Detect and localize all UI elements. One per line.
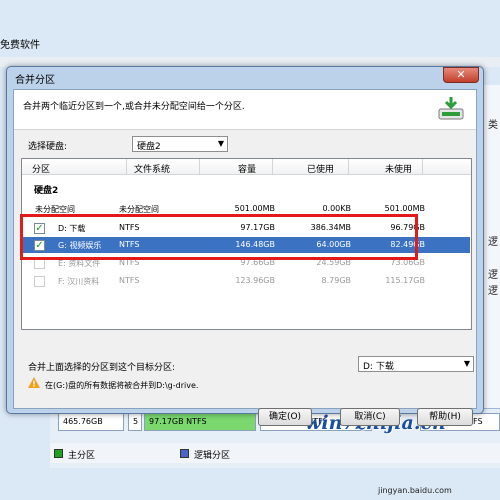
logical-partition-swatch [180, 449, 189, 458]
column-filesystem[interactable]: 文件系统 [134, 162, 170, 175]
partition-used: 8.79GB [321, 276, 352, 285]
column-free[interactable]: 未使用 [385, 162, 412, 175]
cancel-button[interactable]: 取消(C) [340, 408, 400, 426]
partition-filesystem: NTFS [119, 276, 140, 285]
ok-button[interactable]: 确定(O) [258, 408, 312, 426]
watermark-url: jingyan.baidu.com [378, 486, 452, 495]
highlight-annotation [20, 214, 418, 260]
partition-name: F: 汉川资料 [58, 277, 100, 286]
disk-map-disk-size: 465.76GB [58, 413, 124, 431]
close-button[interactable]: ✕ [443, 67, 479, 83]
background-side-label: 逻 [488, 270, 498, 281]
target-partition-value: D: 下载 [363, 362, 394, 372]
column-capacity[interactable]: 容量 [238, 162, 256, 175]
merge-partition-icon [438, 97, 464, 120]
background-side-label: 逻 [488, 237, 498, 248]
column-separator [126, 159, 127, 175]
background-side-label: 类 [488, 120, 498, 131]
partition-capacity: 123.96GB [235, 276, 275, 285]
list-header: 分区 文件系统 容量 已使用 未使用 [22, 159, 471, 175]
column-separator [199, 159, 200, 175]
column-partition[interactable]: 分区 [32, 162, 50, 175]
dialog-header: 合并两个临近分区到一个,或合并未分配空间给一个分区. [14, 90, 476, 130]
legend-primary-label: 主分区 [68, 451, 96, 461]
partition-capacity: 501.00MB [234, 204, 275, 213]
disk-map-partition-d[interactable]: 97.17GB NTFS [144, 413, 256, 431]
legend-logical-label: 逻辑分区 [194, 451, 231, 461]
partition-free: 501.00MB [384, 204, 425, 213]
chevron-down-icon: ▼ [217, 139, 224, 148]
dialog-description: 合并两个临近分区到一个,或合并未分配空间给一个分区. [23, 102, 245, 112]
column-separator [422, 159, 423, 175]
disk-group-title: 硬盘2 [34, 186, 59, 196]
column-used[interactable]: 已使用 [307, 162, 334, 175]
warning-icon [28, 377, 40, 388]
dialog-title: 合并分区 [15, 75, 55, 86]
disk-dropdown[interactable]: 硬盘2 ▼ [132, 136, 228, 152]
partition-row[interactable]: F: 汉川资料 NTFS 123.96GB 8.79GB 115.17GB [23, 273, 470, 289]
column-separator [348, 159, 349, 175]
primary-partition-swatch [54, 449, 63, 458]
background-side-label: 逻 [488, 286, 498, 297]
target-partition-label: 合并上面选择的分区到这个目标分区: [28, 363, 176, 373]
disk-map-unallocated[interactable]: 5 [128, 413, 142, 431]
target-partition-dropdown[interactable]: D: 下载 ▼ [358, 356, 474, 372]
checkbox[interactable] [34, 276, 45, 287]
help-button[interactable]: 帮助(H) [417, 408, 473, 426]
select-disk-label: 选择硬盘: [28, 142, 68, 152]
background-app-title: 免费软件 [0, 40, 40, 51]
partition-free: 115.17GB [385, 276, 425, 285]
legend-bar [50, 443, 500, 463]
partition-used: 0.00KB [322, 204, 351, 213]
chevron-down-icon: ▼ [463, 359, 470, 368]
background-side-panel [483, 85, 500, 415]
column-separator [272, 159, 273, 175]
disk-dropdown-value: 硬盘2 [137, 142, 161, 152]
warning-message: 在(G:)盘的所有数据将被合并到D:\g-drive. [45, 381, 199, 390]
